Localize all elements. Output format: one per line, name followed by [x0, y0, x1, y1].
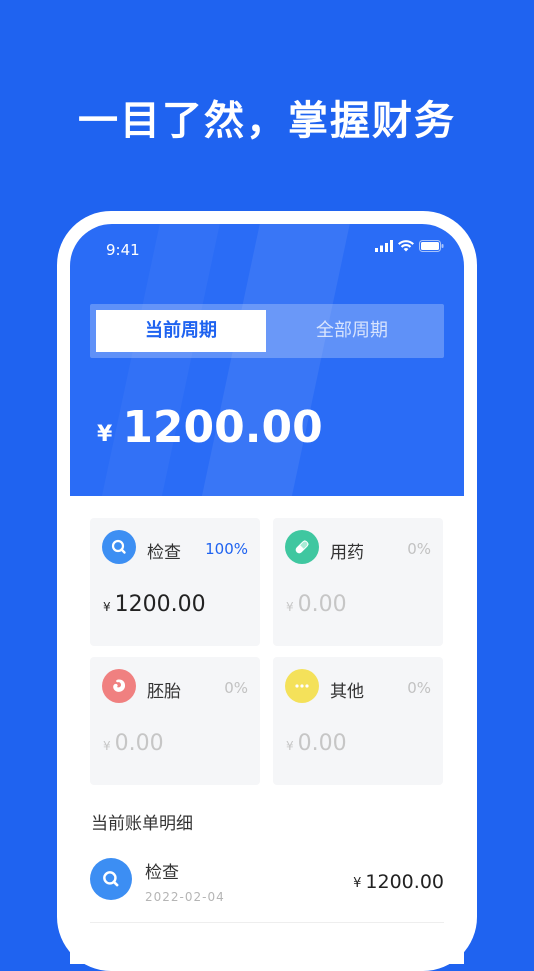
- wifi-icon: [398, 240, 414, 252]
- category-percent: 0%: [224, 679, 248, 697]
- category-value: 0.00: [297, 731, 347, 756]
- embryo-icon: [102, 669, 136, 703]
- total-currency: ¥: [97, 422, 113, 447]
- category-name: 用药: [330, 543, 364, 563]
- search-icon: [102, 530, 136, 564]
- tab-current-period[interactable]: 当前周期: [96, 310, 266, 352]
- header-sheen: [191, 224, 359, 496]
- category-value: 1200.00: [114, 592, 206, 617]
- headline: 一目了然，掌握财务: [78, 98, 456, 144]
- category-percent: 0%: [407, 679, 431, 697]
- category-currency: ¥: [103, 600, 111, 614]
- header-sheen: [91, 224, 229, 496]
- total-amount: ¥ 1200.00: [97, 402, 323, 453]
- bill-item-value: 1200.00: [365, 871, 444, 893]
- bill-item-amount: ¥ 1200.00: [353, 871, 444, 893]
- category-name: 胚胎: [147, 682, 181, 702]
- more-icon: [285, 669, 319, 703]
- category-percent: 0%: [407, 540, 431, 558]
- bill-list-item[interactable]: 检查 2022-02-04 ¥ 1200.00: [90, 850, 444, 923]
- status-icons: [375, 240, 444, 252]
- bill-item-date: 2022-02-04: [145, 890, 225, 904]
- status-time: 9:41: [106, 241, 140, 259]
- category-amount: ¥ 0.00: [103, 731, 164, 756]
- category-card-other[interactable]: 其他 0% ¥ 0.00: [273, 657, 443, 785]
- app-screen: 9:41 当前周期 全部周期 ¥ 1200.00 检查 100% ¥ 1200.…: [70, 224, 464, 964]
- pill-icon: [285, 530, 319, 564]
- category-name: 其他: [330, 682, 364, 702]
- signal-icon: [375, 240, 393, 252]
- category-currency: ¥: [103, 739, 111, 753]
- total-value: 1200.00: [122, 402, 323, 453]
- category-name: 检查: [147, 543, 181, 563]
- category-value: 0.00: [297, 592, 347, 617]
- bill-item-name: 检查: [145, 863, 179, 883]
- category-card-medication[interactable]: 用药 0% ¥ 0.00: [273, 518, 443, 646]
- battery-icon: [419, 240, 444, 252]
- category-card-embryo[interactable]: 胚胎 0% ¥ 0.00: [90, 657, 260, 785]
- tab-all-periods[interactable]: 全部周期: [266, 310, 438, 352]
- category-amount: ¥ 0.00: [286, 731, 347, 756]
- category-percent: 100%: [205, 540, 248, 558]
- bill-item-currency: ¥: [353, 876, 362, 891]
- category-amount: ¥ 0.00: [286, 592, 347, 617]
- category-currency: ¥: [286, 739, 294, 753]
- category-card-exam[interactable]: 检查 100% ¥ 1200.00: [90, 518, 260, 646]
- period-tabs: 当前周期 全部周期: [90, 304, 444, 358]
- category-currency: ¥: [286, 600, 294, 614]
- category-value: 0.00: [114, 731, 164, 756]
- summary-header: 9:41 当前周期 全部周期 ¥ 1200.00: [70, 224, 464, 496]
- search-icon: [90, 858, 132, 900]
- category-amount: ¥ 1200.00: [103, 592, 206, 617]
- bill-details-title: 当前账单明细: [91, 814, 193, 834]
